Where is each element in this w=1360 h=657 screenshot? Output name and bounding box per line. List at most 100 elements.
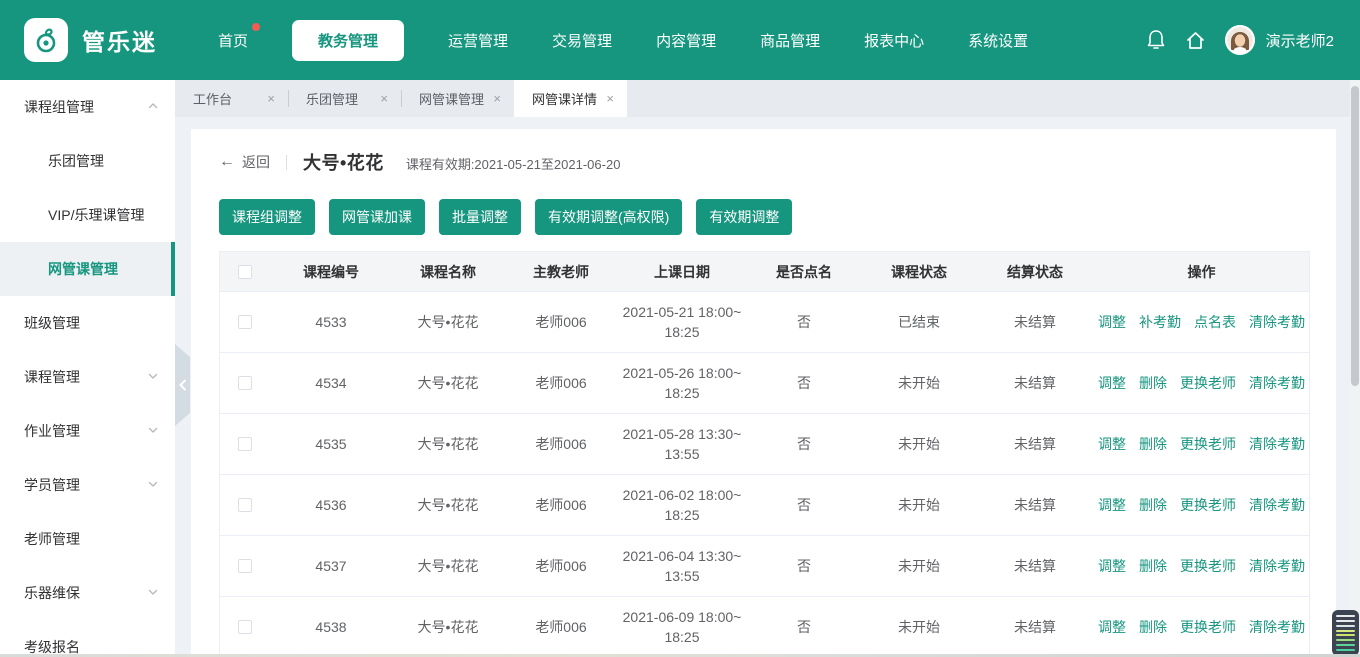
tab-label: 工作台 bbox=[193, 89, 232, 108]
action-link[interactable]: 调整 bbox=[1098, 556, 1126, 576]
course-name-cell: 大号•花花 bbox=[392, 475, 504, 535]
sidebar-item[interactable]: 乐团管理 bbox=[0, 134, 175, 188]
action-link[interactable]: 更换老师 bbox=[1180, 434, 1236, 454]
action-link[interactable]: 清除考勤 bbox=[1249, 556, 1305, 576]
nav-item[interactable]: 系统设置 bbox=[968, 30, 1028, 51]
tab[interactable]: 工作台 × bbox=[175, 80, 288, 117]
action-link[interactable]: 更换老师 bbox=[1180, 373, 1236, 393]
nav-item-label: 首页 bbox=[218, 33, 248, 50]
action-link[interactable]: 点名表 bbox=[1194, 312, 1236, 332]
nav-item[interactable]: 交易管理 bbox=[552, 30, 612, 51]
sidebar-item-label: 老师管理 bbox=[24, 529, 80, 549]
sidebar-item[interactable]: 网管课管理 bbox=[0, 242, 175, 296]
action-link[interactable]: 清除考勤 bbox=[1249, 617, 1305, 637]
sidebar-item[interactable]: 班级管理 bbox=[0, 296, 175, 350]
action-link[interactable]: 更换老师 bbox=[1180, 495, 1236, 515]
action-link[interactable]: 清除考勤 bbox=[1249, 373, 1305, 393]
action-link[interactable]: 调整 bbox=[1098, 373, 1126, 393]
row-checkbox[interactable] bbox=[238, 315, 252, 329]
toolbar-button[interactable]: 有效期调整 bbox=[696, 199, 792, 235]
nav-item[interactable]: 教务管理 bbox=[292, 20, 404, 61]
sidebar-item[interactable]: 课程管理 bbox=[0, 350, 175, 404]
nav-item[interactable]: 运营管理 bbox=[448, 30, 508, 51]
select-all-checkbox[interactable] bbox=[238, 265, 252, 279]
tab-label: 乐团管理 bbox=[306, 89, 358, 108]
close-icon[interactable]: × bbox=[493, 91, 501, 106]
action-link[interactable]: 补考勤 bbox=[1139, 312, 1181, 332]
action-link[interactable]: 调整 bbox=[1098, 495, 1126, 515]
close-icon[interactable]: × bbox=[606, 91, 614, 106]
row-checkbox[interactable] bbox=[238, 620, 252, 634]
home-icon[interactable] bbox=[1185, 30, 1206, 51]
sidebar-item[interactable]: 老师管理 bbox=[0, 512, 175, 566]
close-icon[interactable]: × bbox=[267, 91, 275, 106]
action-link[interactable]: 调整 bbox=[1098, 617, 1126, 637]
back-arrow-icon: ← bbox=[219, 153, 235, 171]
teacher-cell: 老师006 bbox=[504, 353, 618, 413]
row-checkbox[interactable] bbox=[238, 376, 252, 390]
action-link[interactable]: 删除 bbox=[1139, 434, 1167, 454]
sidebar-item-label: 课程管理 bbox=[24, 367, 80, 387]
action-link[interactable]: 删除 bbox=[1139, 373, 1167, 393]
avatar[interactable] bbox=[1225, 25, 1255, 55]
date-cell: 2021-06-02 18:00~18:25 bbox=[618, 475, 746, 535]
brand[interactable]: 管乐迷 bbox=[24, 18, 212, 62]
toolbar-button[interactable]: 课程组调整 bbox=[219, 199, 315, 235]
navbar-right: 演示老师2 bbox=[1146, 25, 1334, 55]
row-checkbox[interactable] bbox=[238, 498, 252, 512]
chevron-down-icon bbox=[147, 478, 159, 490]
user-name[interactable]: 演示老师2 bbox=[1266, 30, 1334, 51]
action-link[interactable]: 删除 bbox=[1139, 495, 1167, 515]
sidebar-item[interactable]: 考级报名 bbox=[0, 620, 175, 657]
nav-item[interactable]: 首页 bbox=[218, 30, 248, 51]
row-checkbox[interactable] bbox=[238, 437, 252, 451]
sidebar-item[interactable]: VIP/乐理课管理 bbox=[0, 188, 175, 242]
action-link[interactable]: 清除考勤 bbox=[1249, 434, 1305, 454]
toolbar-button[interactable]: 有效期调整(高权限) bbox=[535, 199, 682, 235]
settlement-cell: 未结算 bbox=[976, 597, 1094, 657]
detail-header: ← 返回 大号•花花 课程有效期:2021-05-21至2021-06-20 bbox=[219, 149, 1322, 175]
sidebar-item[interactable]: 乐器维保 bbox=[0, 566, 175, 620]
close-icon[interactable]: × bbox=[380, 91, 388, 106]
toolbar-button[interactable]: 批量调整 bbox=[439, 199, 521, 235]
sidebar-item-label: 学员管理 bbox=[24, 475, 80, 495]
course-id-cell: 4536 bbox=[270, 475, 392, 535]
status-cell: 未开始 bbox=[862, 475, 976, 535]
table-row: 4538大号•花花老师0062021-06-09 18:00~18:25否未开始… bbox=[220, 597, 1309, 657]
rollcall-cell: 否 bbox=[746, 536, 862, 596]
row-checkbox-cell bbox=[220, 475, 270, 535]
toolbar-button[interactable]: 网管课加课 bbox=[329, 199, 425, 235]
tab[interactable]: 乐团管理 × bbox=[288, 80, 401, 117]
action-link[interactable]: 清除考勤 bbox=[1249, 495, 1305, 515]
nav-item[interactable]: 报表中心 bbox=[864, 30, 924, 51]
floating-widget[interactable] bbox=[1332, 610, 1359, 656]
bell-icon[interactable] bbox=[1146, 29, 1166, 51]
sidebar-item[interactable]: 学员管理 bbox=[0, 458, 175, 512]
table-row: 4537大号•花花老师0062021-06-04 13:30~13:55否未开始… bbox=[220, 536, 1309, 597]
row-checkbox[interactable] bbox=[238, 559, 252, 573]
sidebar-item[interactable]: 作业管理 bbox=[0, 404, 175, 458]
action-link[interactable]: 删除 bbox=[1139, 617, 1167, 637]
nav-item[interactable]: 商品管理 bbox=[760, 30, 820, 51]
action-link[interactable]: 调整 bbox=[1098, 312, 1126, 332]
tab[interactable]: 网管课详情× bbox=[514, 80, 627, 117]
action-link[interactable]: 清除考勤 bbox=[1249, 312, 1305, 332]
scrollbar-thumb[interactable] bbox=[1351, 86, 1359, 386]
widget-stripe bbox=[1336, 644, 1355, 646]
sidebar-item-label: VIP/乐理课管理 bbox=[48, 205, 144, 225]
tab[interactable]: 网管课管理× bbox=[401, 80, 514, 117]
operations-cell: 调整删除更换老师清除考勤 bbox=[1094, 536, 1309, 596]
action-link[interactable]: 删除 bbox=[1139, 556, 1167, 576]
action-link[interactable]: 更换老师 bbox=[1180, 617, 1236, 637]
sidebar-item[interactable]: 课程组管理 bbox=[0, 80, 175, 134]
operations-cell: 调整删除更换老师清除考勤 bbox=[1094, 475, 1309, 535]
nav-item[interactable]: 内容管理 bbox=[656, 30, 716, 51]
action-link[interactable]: 调整 bbox=[1098, 434, 1126, 454]
back-button[interactable]: ← 返回 bbox=[219, 152, 270, 172]
widget-stripe bbox=[1336, 625, 1355, 627]
column-header: 主教老师 bbox=[504, 252, 618, 291]
scrollbar bbox=[1350, 80, 1360, 657]
action-link[interactable]: 更换老师 bbox=[1180, 556, 1236, 576]
nav-item-label: 运营管理 bbox=[448, 33, 508, 50]
course-name-cell: 大号•花花 bbox=[392, 353, 504, 413]
